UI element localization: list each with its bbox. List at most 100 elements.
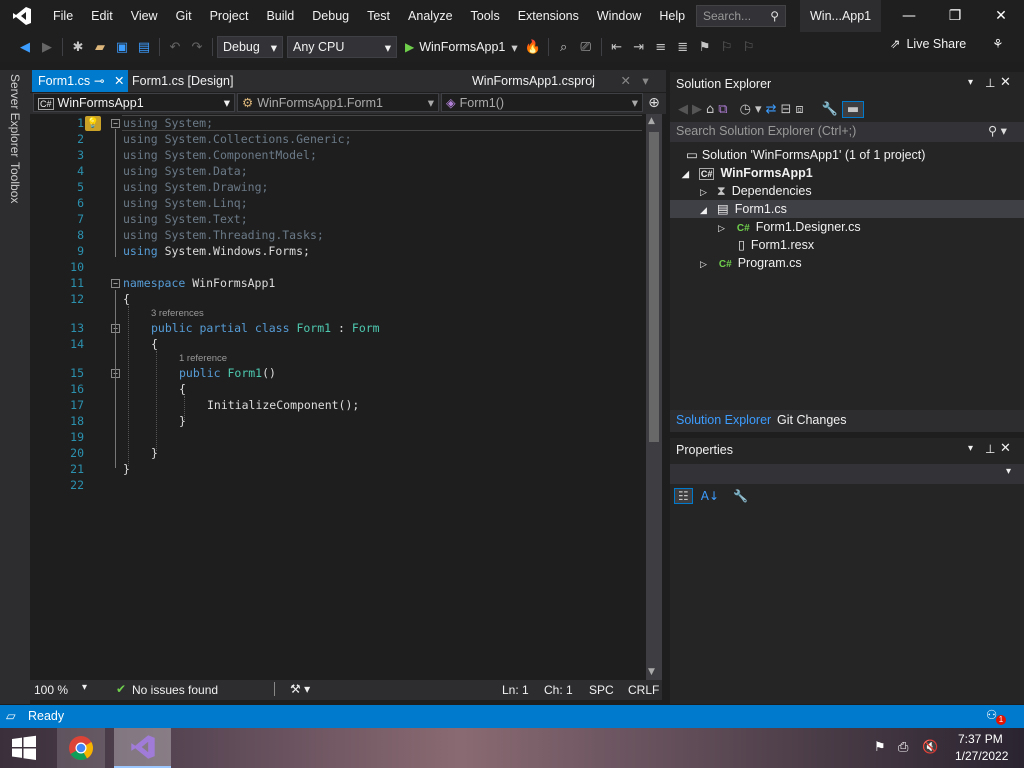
menu-project[interactable]: Project: [201, 0, 258, 32]
tree-item-project[interactable]: ◢ C# WinFormsApp1: [682, 164, 813, 182]
network-icon[interactable]: ⎙: [898, 740, 908, 755]
back-icon[interactable]: ◀: [14, 36, 36, 58]
tab-git-changes[interactable]: Git Changes: [777, 413, 846, 427]
menu-view[interactable]: View: [122, 0, 167, 32]
undo-icon[interactable]: ↶: [164, 36, 186, 58]
open-folder-icon[interactable]: ▰: [89, 36, 111, 58]
code-editor[interactable]: 💡 1 2 3 4 5 6 7 8 9 10 11 12 13 14 15 16…: [30, 114, 646, 680]
redo-icon[interactable]: ↷: [186, 36, 208, 58]
sync-icon[interactable]: ⇄: [766, 102, 777, 117]
preview-selected-icon[interactable]: ▬: [841, 100, 865, 118]
menu-window[interactable]: Window: [588, 0, 650, 32]
browser-link-icon[interactable]: ⎚: [575, 36, 597, 58]
properties-wrench-icon[interactable]: 🔧: [822, 102, 838, 117]
next-bookmark-icon[interactable]: ⚐: [738, 36, 760, 58]
expanded-arrow-icon[interactable]: ◢: [682, 169, 689, 179]
split-window-icon[interactable]: ⊕: [645, 93, 663, 112]
find-in-files-icon[interactable]: ⌕: [553, 36, 575, 58]
close-tab-icon[interactable]: ✕: [114, 70, 124, 92]
tab-form1-design[interactable]: Form1.cs [Design]: [126, 70, 239, 92]
clock-time[interactable]: 7:37 PM: [958, 732, 1003, 746]
menu-file[interactable]: File: [44, 0, 82, 32]
panel-menu-icon[interactable]: ▾: [968, 77, 973, 88]
forward-icon[interactable]: ▶: [692, 102, 702, 117]
clock-date[interactable]: 1/27/2022: [955, 749, 1008, 763]
scroll-down-icon[interactable]: ▼: [648, 667, 655, 677]
alphabetical-icon[interactable]: A↓: [701, 489, 719, 503]
start-debugging-button[interactable]: ▶ WinFormsApp1 ▾: [401, 36, 522, 58]
line-indicator[interactable]: Ln: 1: [502, 683, 529, 697]
tree-item-form1-designer[interactable]: ▷ C# Form1.Designer.cs: [718, 218, 861, 236]
tree-item-solution[interactable]: ▭ Solution 'WinFormsApp1' (1 of 1 project…: [686, 146, 925, 164]
codelens-references[interactable]: 1 reference: [179, 353, 227, 364]
menu-tools[interactable]: Tools: [462, 0, 509, 32]
home-icon[interactable]: ⌂: [706, 102, 714, 117]
tab-csproj[interactable]: WinFormsApp1.csproj ✕ ▾ ✲: [466, 70, 666, 110]
back-icon[interactable]: ◀: [678, 102, 688, 117]
panel-menu-icon[interactable]: ▾: [968, 443, 973, 454]
menu-edit[interactable]: Edit: [82, 0, 122, 32]
platform-dropdown[interactable]: Any CPU ▾: [287, 36, 397, 58]
collapsed-arrow-icon[interactable]: ▷: [700, 259, 707, 269]
column-indicator[interactable]: Ch: 1: [544, 683, 573, 697]
live-share-button[interactable]: ⇗ Live Share ⚘: [890, 36, 1003, 52]
tab-dropdown-icon[interactable]: ▾: [642, 74, 648, 88]
solution-search-input[interactable]: Search Solution Explorer (Ctrl+;) ⚲ ▾: [670, 122, 1024, 142]
feedback-icon[interactable]: ⚘: [992, 36, 1003, 51]
line-ending-indicator[interactable]: CRLF: [628, 683, 659, 697]
tab-form1-cs[interactable]: Form1.cs ⊸ ✕: [32, 70, 128, 92]
minimize-button[interactable]: —: [886, 0, 932, 32]
pending-changes-icon[interactable]: ◷ ▾: [740, 102, 762, 117]
close-window-button[interactable]: ✕: [978, 0, 1024, 32]
zoom-level[interactable]: 100 %: [34, 683, 68, 697]
object-selector-dropdown[interactable]: ▾: [670, 464, 1024, 484]
menu-git[interactable]: Git: [167, 0, 201, 32]
configuration-dropdown[interactable]: Debug ▾: [217, 36, 283, 58]
cleanup-brush-icon[interactable]: ⚒ ▾: [290, 682, 310, 696]
collapse-icon[interactable]: −: [111, 279, 120, 288]
issues-status[interactable]: No issues found: [132, 683, 218, 697]
search-input[interactable]: Search... ⚲: [696, 5, 786, 27]
windows-start-icon[interactable]: [0, 728, 48, 768]
expanded-arrow-icon[interactable]: ◢: [700, 205, 707, 215]
collapsed-arrow-icon[interactable]: ▷: [700, 187, 707, 197]
chevron-down-icon[interactable]: ▾: [82, 682, 87, 693]
flag-icon[interactable]: ⚑: [874, 740, 886, 755]
codelens-references[interactable]: 3 references: [151, 308, 204, 319]
show-all-files-icon[interactable]: ⧈: [795, 102, 803, 117]
menu-build[interactable]: Build: [257, 0, 303, 32]
save-all-icon[interactable]: ▤: [133, 36, 155, 58]
close-panel-icon[interactable]: ✕: [1000, 441, 1011, 456]
forward-icon[interactable]: ▶: [36, 36, 58, 58]
uncomment-icon[interactable]: ≣: [672, 36, 694, 58]
scroll-up-icon[interactable]: ▲: [648, 116, 655, 126]
collapsed-arrow-icon[interactable]: ▷: [718, 223, 725, 233]
maximize-button[interactable]: ❐: [932, 0, 978, 32]
new-project-icon[interactable]: ✱: [67, 36, 89, 58]
class-dropdown[interactable]: ⚙ WinFormsApp1.Form1 ▾: [237, 93, 439, 112]
align-right-icon[interactable]: ⇥: [628, 36, 650, 58]
bookmark-icon[interactable]: ⚑: [694, 36, 716, 58]
chrome-icon[interactable]: [57, 728, 105, 768]
switch-views-icon[interactable]: ⧉: [718, 102, 727, 117]
tree-item-form1-cs[interactable]: ◢ ▤ Form1.cs: [700, 200, 787, 218]
menu-test[interactable]: Test: [358, 0, 399, 32]
tree-item-form1-resx[interactable]: ▯ Form1.resx: [738, 236, 814, 254]
server-explorer-tab[interactable]: Server Explorer: [8, 74, 22, 157]
visual-studio-taskbar-icon[interactable]: [114, 728, 171, 768]
whitespace-indicator[interactable]: SPC: [589, 683, 614, 697]
lightbulb-icon[interactable]: 💡: [85, 116, 101, 131]
collapse-icon[interactable]: −: [111, 119, 120, 128]
collapse-all-icon[interactable]: ⊟: [780, 102, 791, 117]
menu-analyze[interactable]: Analyze: [399, 0, 461, 32]
categorized-icon[interactable]: ☷: [674, 488, 693, 504]
menu-debug[interactable]: Debug: [303, 0, 358, 32]
tab-solution-explorer[interactable]: Solution Explorer: [676, 413, 771, 427]
volume-muted-icon[interactable]: 🔇: [922, 740, 938, 755]
hot-reload-icon[interactable]: 🔥: [522, 36, 544, 58]
tree-item-dependencies[interactable]: ▷ ⧗ Dependencies: [700, 182, 812, 200]
scrollbar-thumb[interactable]: [649, 132, 659, 442]
pin-icon[interactable]: ⊸: [94, 70, 104, 92]
close-panel-icon[interactable]: ✕: [1000, 75, 1011, 90]
member-dropdown[interactable]: ◈ Form1() ▾: [441, 93, 643, 112]
